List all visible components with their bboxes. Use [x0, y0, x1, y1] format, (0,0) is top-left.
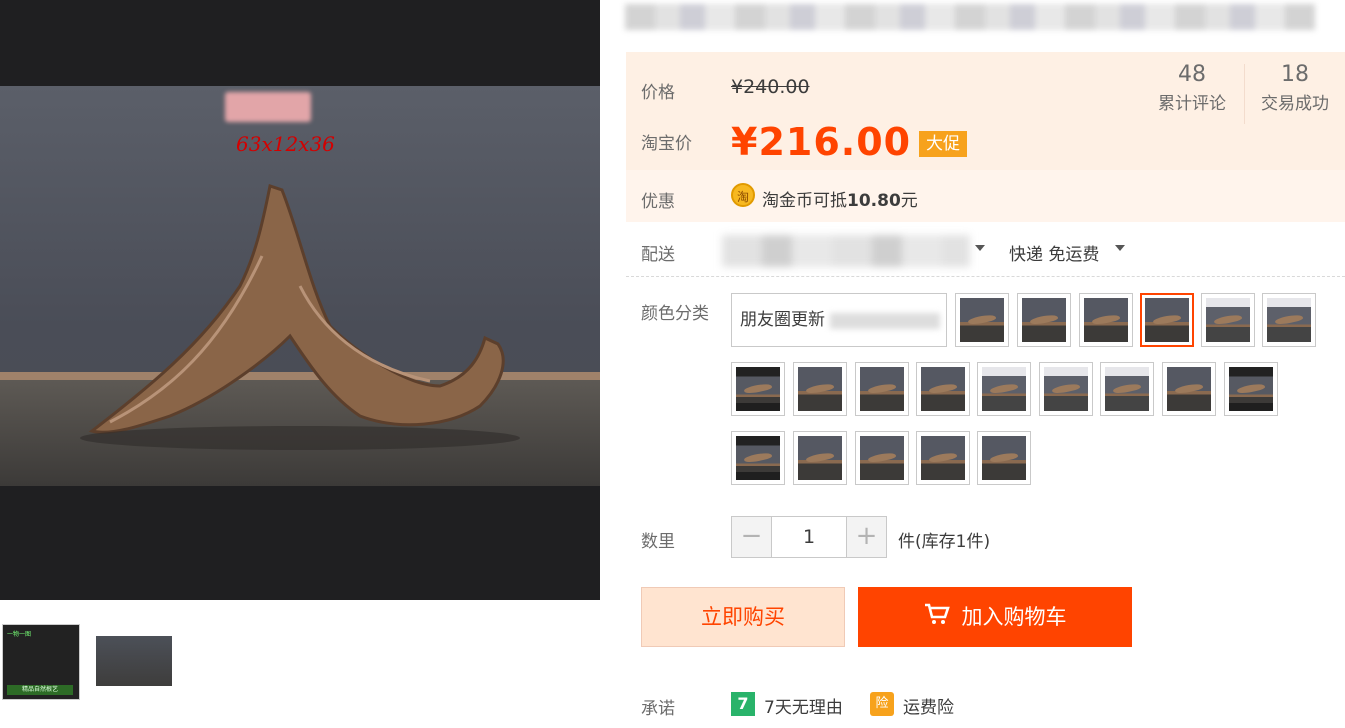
sku-option-12[interactable]	[1039, 362, 1093, 416]
shipping-location-blurred[interactable]	[722, 235, 970, 267]
main-product-image[interactable]: 63x12x36	[0, 0, 600, 600]
thumbnail-1[interactable]: 一物一图 精品自然根艺	[2, 624, 80, 700]
seven-day-return-text[interactable]: 7天无理由	[764, 693, 843, 718]
sku-option-4-selected[interactable]	[1140, 293, 1194, 347]
quantity-increase-button[interactable]: +	[846, 517, 886, 557]
review-count-stat[interactable]: 48 累计评论	[1152, 62, 1232, 114]
quantity-label: 数里	[641, 532, 675, 552]
seven-day-return-icon: 7	[731, 692, 755, 716]
product-title-blurred	[625, 4, 1315, 30]
sku-option-7[interactable]	[731, 362, 785, 416]
quantity-stepper: − +	[731, 516, 887, 558]
cart-icon	[924, 588, 950, 648]
sku-option-11[interactable]	[977, 362, 1031, 416]
promise-label: 承诺	[641, 699, 675, 719]
sku-option-17[interactable]	[793, 431, 847, 485]
shipping-method[interactable]: 快递 免运费	[1009, 240, 1099, 265]
quantity-decrease-button[interactable]: −	[732, 517, 772, 557]
sku-option-2[interactable]	[1017, 293, 1071, 347]
photo-blurred-watermark	[225, 92, 311, 122]
sku-option-9[interactable]	[855, 362, 909, 416]
sku-label: 颜色分类	[641, 304, 709, 324]
shipping-insurance-icon: 险	[870, 692, 894, 716]
promo-badge: 大促	[919, 131, 967, 157]
photo-size-annotation: 63x12x36	[236, 132, 335, 156]
divider	[626, 276, 1345, 277]
quantity-input[interactable]	[773, 517, 845, 557]
original-price: ¥240.00	[731, 76, 810, 98]
sku-option-8[interactable]	[793, 362, 847, 416]
discount-label: 优惠	[641, 192, 675, 212]
sku-option-10[interactable]	[916, 362, 970, 416]
add-to-cart-label: 加入购物车	[961, 605, 1067, 629]
sku-option-20[interactable]	[977, 431, 1031, 485]
add-to-cart-button[interactable]: 加入购物车	[858, 587, 1132, 647]
discount-text: 淘金币可抵10.80元	[762, 191, 918, 211]
stat-divider	[1244, 64, 1245, 124]
sku-option-6[interactable]	[1262, 293, 1316, 347]
sku-option-3[interactable]	[1079, 293, 1133, 347]
sku-option-1[interactable]	[955, 293, 1009, 347]
shipping-label: 配送	[641, 245, 675, 265]
thumbnail-2[interactable]	[96, 636, 172, 686]
sku-option-15[interactable]	[1224, 362, 1278, 416]
sales-count-stat[interactable]: 18 交易成功	[1254, 62, 1336, 114]
location-chevron-down-icon[interactable]	[975, 245, 985, 251]
shipping-chevron-down-icon[interactable]	[1115, 245, 1125, 251]
sku-option-19[interactable]	[916, 431, 970, 485]
sku-option-5[interactable]	[1201, 293, 1255, 347]
sku-option-text[interactable]: 朋友圈更新	[731, 293, 947, 347]
current-price: ¥216.00	[731, 120, 912, 164]
taojinbi-coin-icon: 淘	[731, 183, 755, 207]
product-detail-page: 63x12x36 一物一图 精品自然根艺 价格 ¥240.00 淘宝价 ¥216…	[0, 0, 1345, 728]
buy-now-button[interactable]: 立即购买	[641, 587, 845, 647]
stock-info: 件(库存1件)	[898, 532, 991, 552]
sku-option-16[interactable]	[731, 431, 785, 485]
sku-option-18[interactable]	[855, 431, 909, 485]
current-price-label: 淘宝价	[641, 134, 692, 154]
original-price-label: 价格	[641, 83, 675, 103]
shipping-insurance-text[interactable]: 运费险	[903, 693, 954, 718]
sku-option-13[interactable]	[1100, 362, 1154, 416]
sku-option-14[interactable]	[1162, 362, 1216, 416]
